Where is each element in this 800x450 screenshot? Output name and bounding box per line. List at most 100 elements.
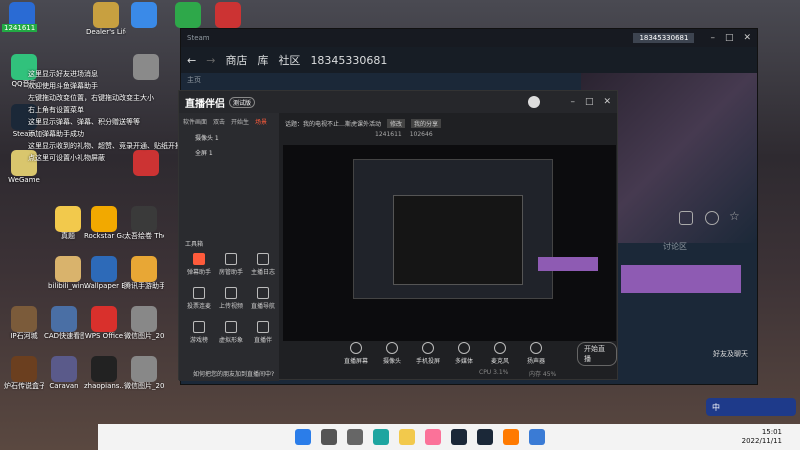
close-icon[interactable]: ✕ [603,97,611,107]
close-icon[interactable]: ✕ [743,33,751,43]
desktop-icon[interactable]: 太吾绘卷 The Scroll Of T... [124,206,164,241]
minimize-icon[interactable]: – [570,97,575,107]
toolbox-item[interactable]: 虚拟形象 [217,321,245,344]
app-icon [131,206,157,232]
steam-account[interactable]: 18345330681 [633,33,695,43]
desktop-icon-label: zhaopians... [84,382,124,390]
desktop-icon[interactable]: CAD快速看图 [44,306,84,341]
toolbox-item[interactable]: 直播伴 [249,321,277,344]
info-icon[interactable] [705,211,719,225]
steam-dark-icon[interactable] [450,429,467,445]
maximize-icon[interactable]: □ [585,97,594,107]
stream-control[interactable]: 麦克风 [483,342,517,365]
desktop-icon[interactable]: Caravan [44,356,84,391]
desktop-icon[interactable]: 真题 [48,206,88,241]
steam-discussion-tab[interactable]: 讨论区 [663,241,687,252]
desktop-icon[interactable]: Dealer's Life [86,2,126,37]
desktop-icon[interactable]: 微信图片_20220... [124,356,164,391]
bilibili-icon[interactable] [424,429,441,445]
desktop-icon[interactable]: 微信图片_20220... [124,306,164,341]
settings-icon[interactable] [679,211,693,225]
forward-icon[interactable]: → [206,54,215,67]
toolbox-item[interactable]: 房管助手 [217,253,245,276]
tab-software[interactable]: 软件画面 [183,117,207,126]
scene-item-fullscreen[interactable]: 全屏 1 [179,145,279,160]
app-icon [91,306,117,332]
desktop-icon-label: Dealer's Life [86,28,126,36]
avatar[interactable] [528,96,541,108]
desktop-icon[interactable] [208,2,248,28]
search-icon[interactable] [320,429,337,445]
stream-control[interactable]: 直播屏幕 [339,342,373,365]
topic-edit-button[interactable]: 修改 [387,119,406,128]
stream-control[interactable]: 多媒体 [447,342,481,365]
start-live-button[interactable]: 开始直播 [577,342,617,366]
ime-toolbar[interactable]: 中 [706,398,796,416]
tool-label: 直播导航 [250,303,275,310]
desktop-icon-label: 腾讯手游助手 [124,282,164,290]
streamer-app[interactable]: 直播伴侣 测试版 – □ ✕ 软件画面 双击 开始生 场景 摄像头 1 全屏 1… [178,90,618,381]
danmu-line: 欢迎使用斗鱼弹幕助手 [28,82,98,90]
desktop-icon[interactable]: 腾讯手游助手 [124,256,164,291]
desktop-icon[interactable]: bilibili_win... [48,256,88,291]
desktop-icon[interactable]: WPS Office [84,306,124,341]
desktop-icon-label: 真题 [61,232,75,240]
control-icon [494,342,506,354]
stream-control[interactable]: 扬声器 [519,342,553,365]
desktop-icon[interactable]: IP石河城 [4,306,44,341]
nav-library[interactable]: 库 [257,52,268,68]
stream-control[interactable]: 手机投屏 [411,342,445,365]
danmu-line: 这里显示弹幕、弹幕、积分赠送等等 [28,118,140,126]
desktop-icon[interactable]: zhaopians... [84,356,124,391]
star-icon[interactable]: ☆ [729,209,740,223]
desktop-icon[interactable] [168,2,208,28]
desktop-icon-label: bilibili_win... [48,282,88,290]
toolbox-item[interactable]: 主播日志 [249,253,277,276]
app-icon [55,256,81,282]
steam-icon[interactable] [476,429,493,445]
app-icon [91,256,117,282]
clock[interactable]: 15:01 2022/11/11 [742,428,782,446]
desktop-icon-label: CAD快速看图 [44,332,84,340]
windows-icon[interactable] [294,429,311,445]
bottom-hint[interactable]: 如何把您的朋友加到直播间中? [193,369,274,378]
stream-control[interactable]: 摄像头 [375,342,409,365]
toolbox-item[interactable]: 上传视频 [217,287,245,310]
steam-home-label[interactable]: 主页 [187,75,201,85]
nav-store[interactable]: 商店 [225,52,247,68]
share-button[interactable]: 我的分享 [411,119,442,128]
app-icon [215,2,241,28]
toolbox-item[interactable]: 弹幕助手 [185,253,213,276]
store-icon[interactable] [528,429,545,445]
nav-community[interactable]: 社区 [278,52,300,68]
desktop-icon[interactable]: 炉石传说盒子 [4,356,44,391]
app-icon [131,2,157,28]
minimize-icon[interactable]: – [710,33,715,43]
desktop-icon[interactable]: Rockstar Games... [84,206,124,241]
explorer-icon[interactable] [398,429,415,445]
nav-user[interactable]: 18345330681 [310,54,387,67]
app-icon [93,2,119,28]
app-icon [51,356,77,382]
desktop-icon[interactable] [124,2,164,28]
toolbox-item[interactable]: 游戏榜 [185,321,213,344]
back-icon[interactable]: ← [187,54,196,67]
tab-scene[interactable]: 场景 [255,117,267,126]
friends-chat[interactable]: 好友及聊天 [713,349,748,359]
toolbox-item[interactable]: 直播导航 [249,287,277,310]
toolbox-item[interactable]: 投票连麦 [185,287,213,310]
ime-label: 中 [712,402,720,412]
scene-item-camera[interactable]: 摄像头 1 [179,130,279,145]
tool-label: 虚拟形象 [218,337,243,344]
taskview-icon[interactable] [346,429,363,445]
edge-icon[interactable] [372,429,389,445]
douyu-icon[interactable] [502,429,519,445]
desktop-icon-label: 太吾绘卷 The Scroll Of T... [124,232,164,240]
maximize-icon[interactable]: □ [725,33,734,43]
desktop-icon-label: IP石河城 [10,332,38,340]
desktop-icon-label: Caravan [49,382,79,390]
desktop-icon[interactable]: Wallpaper Engine: ... [84,256,124,291]
danmu-line: 点这里可设置小礼物屏蔽 [28,154,105,162]
tab-start[interactable]: 开始生 [231,117,249,126]
tab-double[interactable]: 双击 [213,117,225,126]
